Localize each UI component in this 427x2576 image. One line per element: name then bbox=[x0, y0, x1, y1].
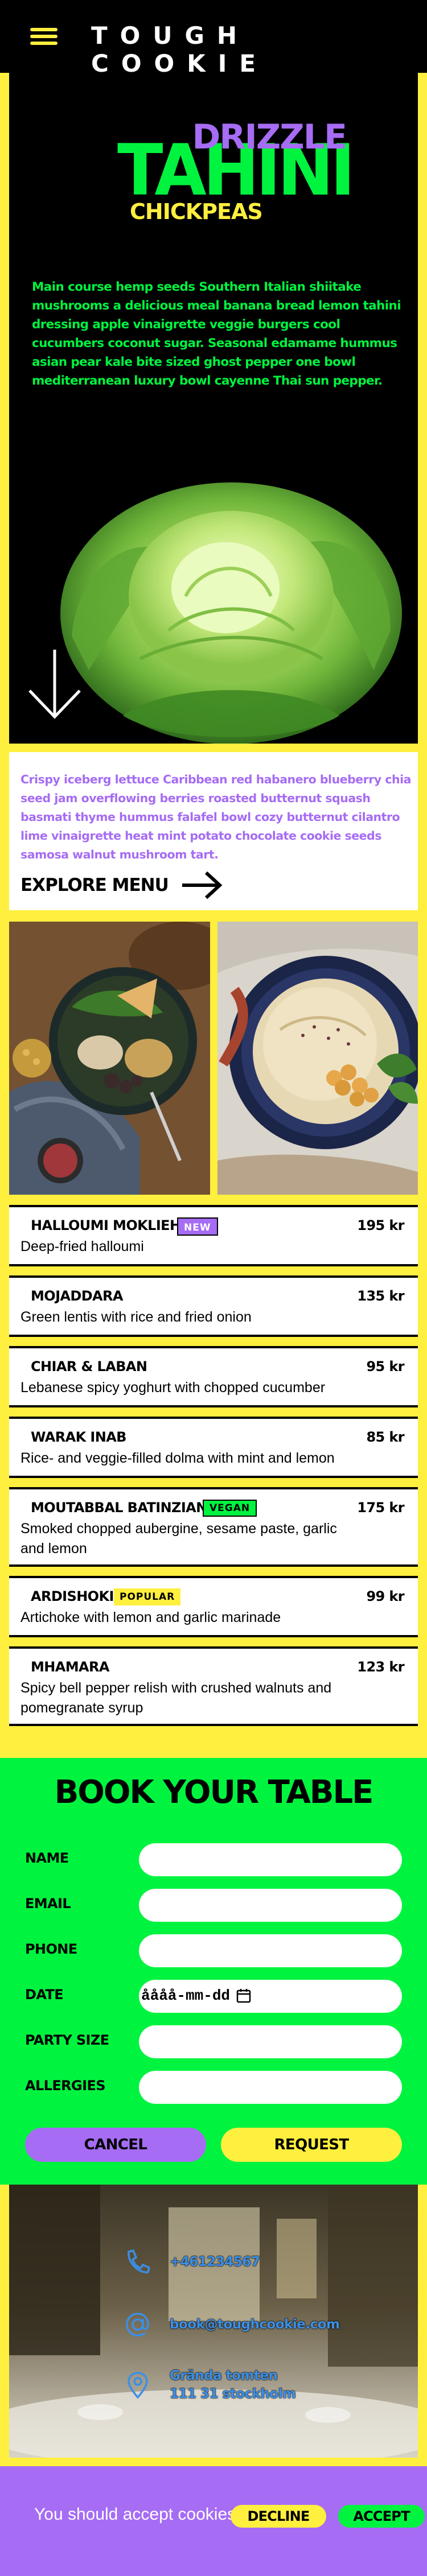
date-input[interactable]: åååå-mm-dd bbox=[139, 1980, 402, 2013]
cookie-banner: You should accept cookies DECLINE ACCEPT bbox=[0, 2466, 427, 2576]
menu-item[interactable]: HALLOUMI MOKLIEH NEW 195 kr Deep-fried h… bbox=[9, 1205, 418, 1266]
menu-item-description: Spicy bell pepper relish with crushed wa… bbox=[20, 1680, 332, 1716]
hummus-chickpeas-photo bbox=[217, 922, 418, 1195]
menu-item[interactable]: MOJADDARA 135 kr Green lentis with rice … bbox=[9, 1275, 418, 1337]
menu-item-description: Artichoke with lemon and garlic marinade bbox=[20, 1609, 281, 1625]
name-field: NAME bbox=[25, 1843, 402, 1876]
allergies-input[interactable] bbox=[139, 2071, 402, 2104]
contact-section: +461234567 book@toughcookie.com Grända t… bbox=[9, 2185, 418, 2458]
menu-item-price: 195 kr bbox=[357, 1217, 404, 1233]
explore-menu-link[interactable]: EXPLORE MENU bbox=[20, 870, 223, 900]
contact-email-text: book@toughcookie.com bbox=[170, 2317, 340, 2332]
explore-menu-label: EXPLORE MENU bbox=[20, 875, 169, 895]
booking-title: BOOK YOUR TABLE bbox=[54, 1774, 374, 1811]
email-input[interactable] bbox=[139, 1889, 402, 1922]
menu-item-name: MOUTABBAL BATINZIAN bbox=[31, 1500, 207, 1516]
menu-item[interactable]: ARDISHOKI POPULAR 99 kr Artichoke with l… bbox=[9, 1576, 418, 1637]
vegan-badge: VEGAN bbox=[203, 1500, 257, 1517]
phone-icon bbox=[128, 2249, 150, 2273]
menu-item-name: MOJADDARA bbox=[31, 1288, 123, 1304]
hero-title-bottom: CHICKPEAS bbox=[130, 199, 263, 224]
intro-text: Crispy iceberg lettuce Caribbean red hab… bbox=[20, 773, 411, 861]
intro-card: Crispy iceberg lettuce Caribbean red hab… bbox=[9, 752, 418, 910]
hero-title-top: DRIZZLE bbox=[192, 117, 347, 157]
map-pin-icon bbox=[128, 2372, 148, 2399]
menu-item-price: 123 kr bbox=[357, 1659, 404, 1675]
contact-address[interactable]: Grända tomten 111 31 stockholm bbox=[123, 2367, 296, 2403]
menu-item-price: 95 kr bbox=[366, 1359, 404, 1374]
menu-item[interactable]: MOUTABBAL BATINZIAN VEGAN 175 kr Smoked … bbox=[9, 1487, 418, 1567]
menu-item-price: 175 kr bbox=[357, 1500, 404, 1516]
email-field: EMAIL bbox=[25, 1889, 402, 1922]
phone-input[interactable] bbox=[139, 1934, 402, 1967]
menu-item-description: Rice- and veggie-filled dolma with mint … bbox=[20, 1450, 335, 1466]
decline-cookies-button[interactable]: DECLINE bbox=[231, 2505, 326, 2528]
menu-item[interactable]: MHAMARA 123 kr Spicy bell pepper relish … bbox=[9, 1646, 418, 1726]
menu-item-name: MHAMARA bbox=[31, 1659, 109, 1675]
contact-address-text: Grända tomten 111 31 stockholm bbox=[170, 2367, 296, 2403]
hero-section: TAHINI DRIZZLE CHICKPEAS Main course hem… bbox=[9, 73, 418, 744]
party-size-field: PARTY SIZE bbox=[25, 2025, 402, 2058]
menu-item-price: 99 kr bbox=[366, 1588, 404, 1604]
menu-item[interactable]: WARAK INAB 85 kr Rice- and veggie-filled… bbox=[9, 1417, 418, 1478]
calendar-icon[interactable] bbox=[236, 1988, 252, 2004]
address-line-2: 111 31 stockholm bbox=[170, 2387, 296, 2401]
date-label: DATE bbox=[25, 1987, 64, 2003]
phone-field: PHONE bbox=[25, 1934, 402, 1967]
cancel-button[interactable]: CANCEL bbox=[25, 2128, 206, 2162]
cookie-message: You should accept cookies bbox=[34, 2505, 236, 2524]
party-size-label: PARTY SIZE bbox=[25, 2032, 109, 2048]
menu-item-price: 135 kr bbox=[357, 1288, 404, 1304]
menu-item[interactable]: CHIAR & LABAN 95 kr Lebanese spicy yoghu… bbox=[9, 1346, 418, 1407]
booking-form: BOOK YOUR TABLE NAME EMAIL PHONE DATE åå… bbox=[0, 1758, 427, 2185]
date-field: DATE åååå-mm-dd bbox=[25, 1980, 402, 2013]
new-badge: NEW bbox=[177, 1217, 218, 1236]
lettuce-photo bbox=[60, 482, 402, 744]
name-input[interactable] bbox=[139, 1843, 402, 1876]
menu-item-name: ARDISHOKI bbox=[31, 1588, 114, 1604]
contact-email[interactable]: book@toughcookie.com bbox=[123, 2310, 340, 2339]
site-header: TOUGH COOKIE bbox=[0, 0, 427, 77]
allergies-field: ALLERGIES bbox=[25, 2071, 402, 2104]
phone-label: PHONE bbox=[25, 1941, 77, 1957]
party-size-input[interactable] bbox=[139, 2025, 402, 2058]
hamburger-menu-icon[interactable] bbox=[30, 28, 58, 48]
popular-badge: POPULAR bbox=[114, 1588, 181, 1605]
contact-phone-text: +461234567 bbox=[170, 2255, 260, 2269]
arrow-right-icon bbox=[182, 871, 223, 899]
name-label: NAME bbox=[25, 1850, 69, 1866]
menu-item-name: WARAK INAB bbox=[31, 1429, 126, 1445]
hero-description: Main course hemp seeds Southern Italian … bbox=[32, 280, 401, 388]
accept-cookies-button[interactable]: ACCEPT bbox=[338, 2505, 425, 2528]
at-sign-icon bbox=[126, 2313, 149, 2336]
arrow-down-icon[interactable] bbox=[25, 647, 84, 721]
email-label: EMAIL bbox=[25, 1896, 71, 1912]
page: TOUGH COOKIE TAHINI DRIZZLE CHICKPEAS Ma… bbox=[0, 0, 427, 2576]
menu-item-description: Deep-fried halloumi bbox=[20, 1239, 144, 1254]
allergies-label: ALLERGIES bbox=[25, 2078, 106, 2094]
menu-item-name: CHIAR & LABAN bbox=[31, 1359, 147, 1374]
brand-logo[interactable]: TOUGH COOKIE bbox=[91, 22, 427, 77]
hero-title: TAHINI DRIZZLE CHICKPEAS bbox=[117, 117, 355, 224]
menu-item-price: 85 kr bbox=[366, 1429, 404, 1445]
menu-item-description: Lebanese spicy yoghurt with chopped cucu… bbox=[20, 1380, 326, 1396]
request-button[interactable]: REQUEST bbox=[221, 2128, 402, 2162]
mezze-bowl-photo bbox=[9, 922, 210, 1195]
menu-item-description: Green lentis with rice and fried onion bbox=[20, 1309, 252, 1325]
menu-item-description: Smoked chopped aubergine, sesame paste, … bbox=[20, 1521, 337, 1557]
contact-phone[interactable]: +461234567 bbox=[123, 2247, 260, 2277]
address-line-1: Grända tomten bbox=[170, 2368, 278, 2383]
date-value: åååå-mm-dd bbox=[141, 1987, 231, 2004]
menu-item-name: HALLOUMI MOKLIEH bbox=[31, 1217, 181, 1233]
